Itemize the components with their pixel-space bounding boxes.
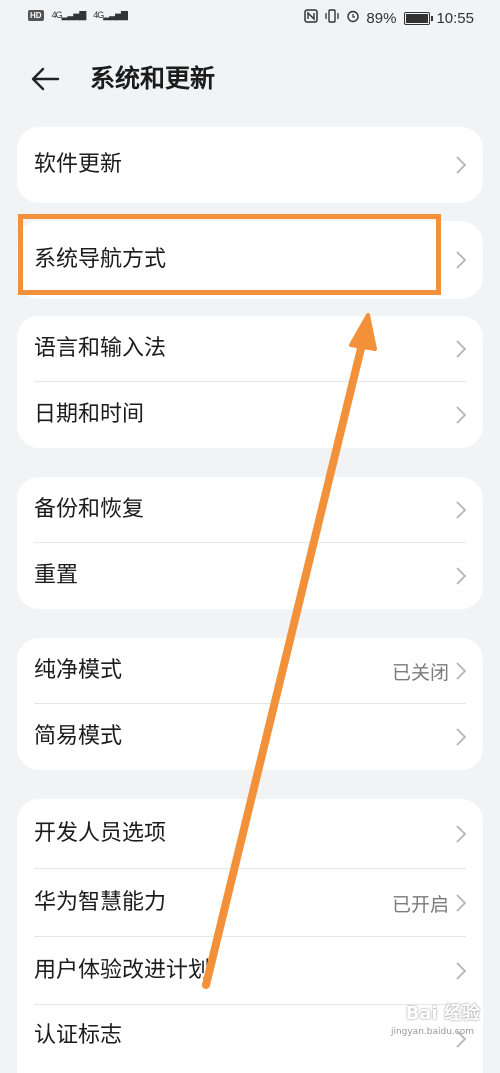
row-backup-restore[interactable]: 备份和恢复	[17, 477, 483, 543]
row-label: 系统导航方式	[34, 247, 167, 272]
row-reset[interactable]: 重置	[17, 543, 483, 609]
row-software-update[interactable]: 软件更新	[17, 127, 483, 203]
chevron-right-icon	[456, 501, 467, 519]
page-title: 系统和更新	[90, 64, 216, 93]
status-right: 89% 10:55	[304, 9, 474, 27]
row-huawei-smart-ability[interactable]: 华为智慧能力 已开启	[17, 869, 483, 937]
status-bar: HD 4G▂▃▅▇ 4G▂▃▅▇ 89% 10:55	[0, 0, 500, 38]
signal-sim1-icon: 4G▂▃▅▇	[51, 10, 87, 20]
back-arrow-icon	[31, 67, 60, 91]
card-pure-simple-mode: 纯净模式 已关闭 简易模式	[17, 638, 483, 770]
clock: 10:55	[436, 9, 474, 27]
nfc-icon	[304, 9, 319, 27]
watermark-logo: Bai 经验	[405, 1003, 480, 1024]
row-language-input[interactable]: 语言和输入法	[17, 316, 483, 382]
row-user-experience-program[interactable]: 用户体验改进计划	[17, 937, 483, 1005]
battery-percent: 89%	[366, 9, 397, 27]
chevron-right-icon	[456, 825, 467, 843]
card-backup-reset: 备份和恢复 重置	[17, 477, 483, 609]
row-simple-mode[interactable]: 简易模式	[17, 704, 483, 770]
row-label: 华为智慧能力	[34, 890, 167, 915]
chevron-right-icon	[456, 406, 467, 424]
status-left: HD 4G▂▃▅▇ 4G▂▃▅▇	[28, 10, 128, 21]
row-label: 重置	[34, 563, 79, 588]
row-pure-mode[interactable]: 纯净模式 已关闭	[17, 638, 483, 704]
chevron-right-icon	[456, 567, 467, 585]
row-label: 备份和恢复	[34, 497, 145, 522]
chevron-right-icon	[456, 156, 467, 174]
row-date-time[interactable]: 日期和时间	[17, 382, 483, 448]
row-label: 软件更新	[34, 152, 123, 177]
battery-icon	[404, 11, 434, 25]
row-developer-options[interactable]: 开发人员选项	[17, 799, 483, 869]
alarm-icon	[346, 9, 360, 27]
row-label: 开发人员选项	[34, 821, 167, 846]
signal-sim2-icon: 4G▂▃▅▇	[93, 10, 128, 20]
row-value: 已关闭	[391, 661, 449, 684]
watermark-url: jingyan.baidu.com	[390, 1027, 474, 1037]
card-language-date: 语言和输入法 日期和时间	[17, 316, 483, 448]
chevron-right-icon	[456, 728, 467, 746]
row-system-navigation[interactable]: 系统导航方式	[17, 221, 483, 299]
row-label: 纯净模式	[34, 658, 123, 683]
chevron-right-icon	[456, 962, 467, 980]
back-button[interactable]	[28, 62, 68, 96]
card-system-navigation: 系统导航方式	[17, 221, 483, 299]
card-software-update: 软件更新	[17, 127, 483, 203]
row-label: 日期和时间	[34, 402, 145, 427]
row-label: 语言和输入法	[34, 336, 167, 361]
row-label: 认证标志	[34, 1023, 123, 1048]
chevron-right-icon	[456, 662, 467, 680]
chevron-right-icon	[456, 894, 467, 912]
row-label: 简易模式	[34, 724, 123, 749]
vibrate-icon	[324, 9, 340, 27]
row-value: 已开启	[391, 893, 449, 916]
header: 系统和更新	[0, 50, 500, 108]
hd-badge: HD	[28, 10, 44, 21]
chevron-right-icon	[456, 251, 467, 269]
chevron-right-icon	[456, 340, 467, 358]
row-label: 用户体验改进计划	[34, 958, 211, 983]
